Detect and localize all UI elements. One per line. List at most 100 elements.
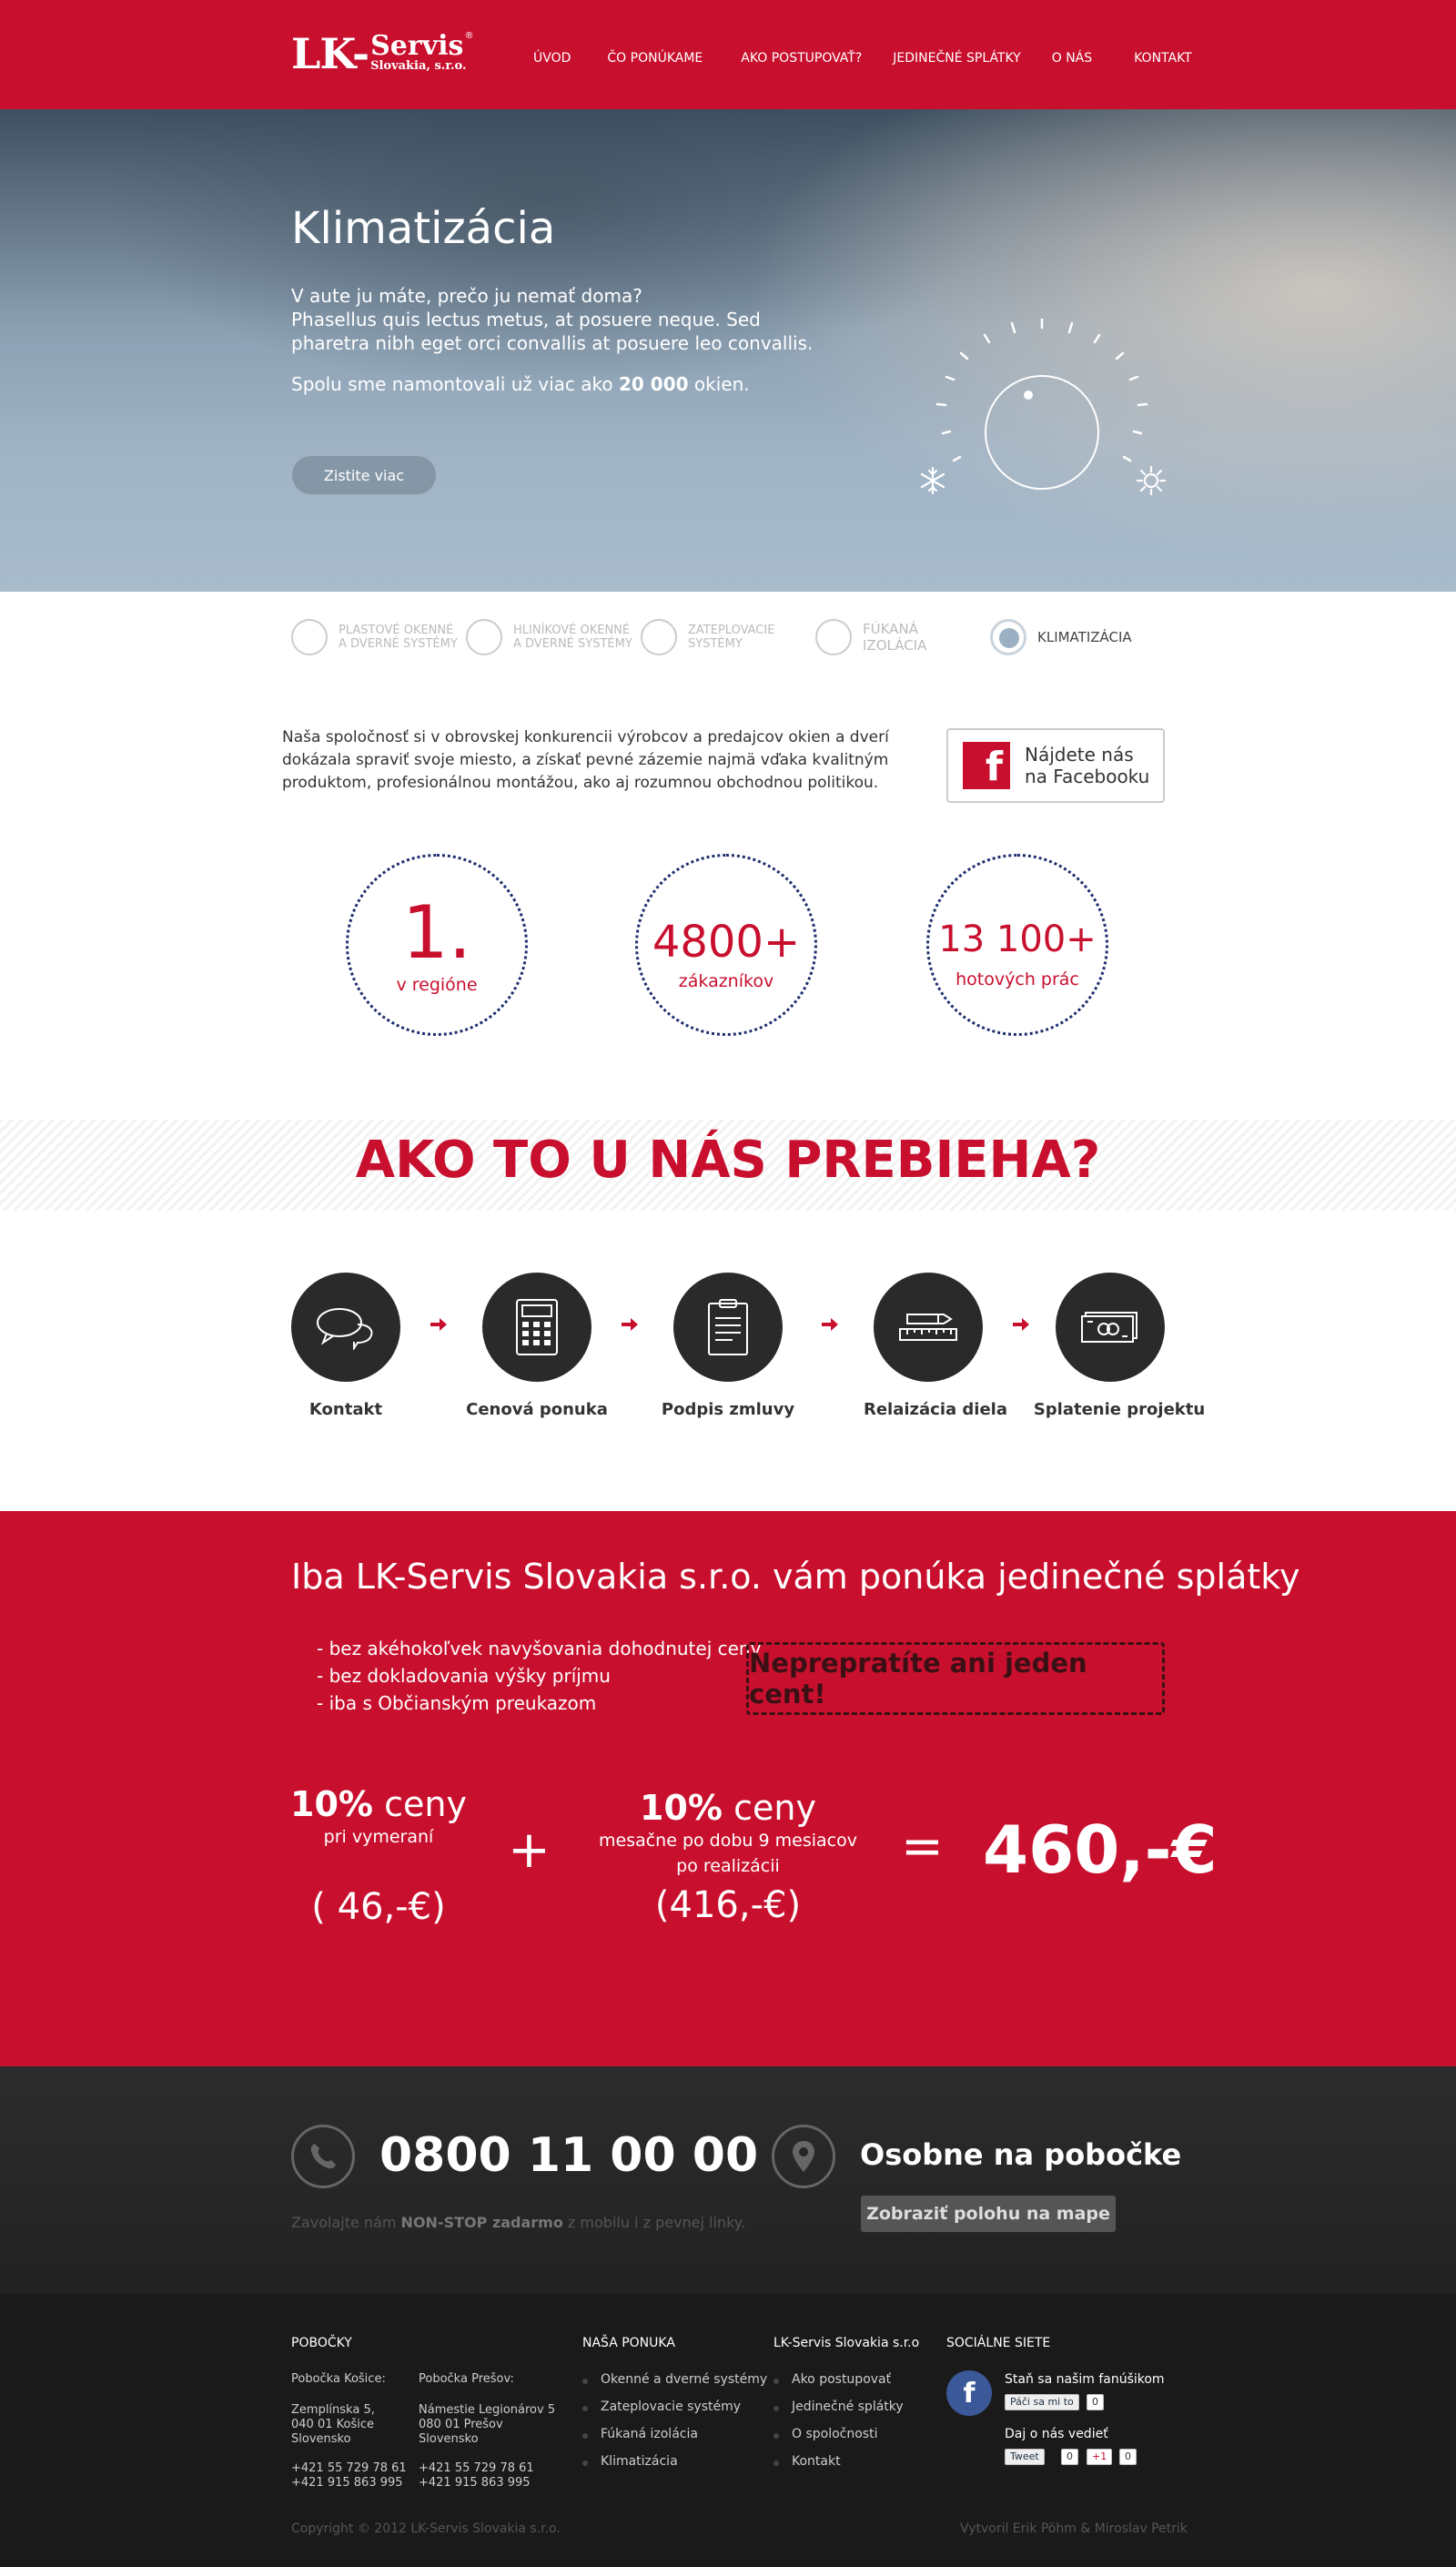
nav-ako-postupovat[interactable]: AKO POSTUPOVAŤ? (741, 51, 862, 66)
arrow-icon (822, 1318, 838, 1331)
nav-o-nas[interactable]: O NÁS (1052, 51, 1092, 66)
step-label: Relaizácia diela (863, 1400, 1007, 1419)
footer-company-title: LK-Servis Slovakia s.r.o (774, 2336, 920, 2350)
tab-label: KLIMATIZÁCIA (1037, 628, 1132, 645)
logo-registered: ® (464, 31, 474, 41)
stat-customers: 4800+ zákazníkov (635, 854, 817, 1036)
footer-link[interactable]: Jedinečné splátky (774, 2400, 904, 2427)
gplus-button[interactable]: +1 (1087, 2449, 1113, 2465)
step-label: Cenová ponuka (466, 1400, 608, 1419)
step-cenova-ponuka (482, 1273, 592, 1382)
footer-link[interactable]: Kontakt (774, 2454, 904, 2481)
footer-link[interactable]: Fúkaná izolácia (582, 2427, 767, 2454)
contact-section: 0800 11 00 00 Zavolajte nám NON-STOP zad… (0, 2066, 1456, 2294)
presov-title: Pobočka Prešov: (419, 2372, 514, 2386)
like-button[interactable]: Páči sa mi to (1005, 2394, 1079, 2410)
tweet-button[interactable]: Tweet (1005, 2449, 1045, 2465)
step-kontakt (291, 1273, 400, 1382)
stat-label: hotových prác (956, 969, 1079, 989)
phone-note: Zavolajte nám NON-STOP zadarmo z mobilu … (291, 2214, 746, 2231)
kosice-phones: +421 55 729 78 61 +421 915 863 995 (291, 2461, 407, 2490)
stat-value: 13 100+ (938, 918, 1097, 960)
step-realizacia (874, 1273, 983, 1382)
calc-first-sub: pri vymeraní (323, 1827, 434, 1847)
nav-kontakt[interactable]: KONTAKT (1134, 51, 1192, 66)
footer-link[interactable]: Klimatizácia (582, 2454, 767, 2481)
nav-uvod[interactable]: ÚVOD (533, 51, 571, 66)
stat-value: 4800+ (652, 917, 801, 968)
tab-hlinikove[interactable]: HLINÍKOVÉ OKENNÉ A DVERNÉ SYSTÉMY (466, 619, 632, 655)
intro-text: Naša spoločnosť si v obrovskej konkurenc… (282, 728, 889, 792)
step-splatenie (1056, 1273, 1165, 1382)
share-text: Daj o nás vedieť (1005, 2427, 1108, 2441)
nav-jedinecne-splatky[interactable]: JEDINEČNÉ SPLÁTKY (893, 51, 1020, 66)
fan-text: Staň sa našim fanúšikom (1005, 2372, 1165, 2387)
gplus-count: 0 (1119, 2449, 1137, 2465)
tab-plastove[interactable]: PLASTOVÉ OKENNÉ A DVERNÉ SYSTÉMY (291, 619, 458, 655)
like-count: 0 (1087, 2394, 1104, 2410)
slider-tabs: PLASTOVÉ OKENNÉ A DVERNÉ SYSTÉMY HLINÍKOV… (291, 619, 1201, 655)
footer-branches-title: POBOČKY (291, 2336, 352, 2350)
facebook-icon[interactable]: f (946, 2370, 992, 2416)
logo[interactable]: LK- Servis Slovakia, s.r.o. ® (291, 30, 473, 75)
main-nav: ÚVOD ČO PONÚKAME AKO POSTUPOVAŤ? JEDINEČ… (533, 51, 1192, 66)
arrow-icon (1013, 1318, 1029, 1331)
footer-link[interactable]: O spoločnosti (774, 2427, 904, 2454)
facebook-icon: f (963, 742, 1010, 789)
branch-title: Osobne na pobočke (860, 2137, 1182, 2172)
show-map-button[interactable]: Zobraziť polohu na mape (861, 2196, 1116, 2232)
stat-value: 1. (401, 890, 472, 975)
arrow-icon (622, 1318, 638, 1331)
phone-icon (291, 2125, 355, 2188)
facebook-box[interactable]: f Nájdete nás na Facebooku (946, 728, 1165, 803)
hero-count-value: 20 000 (619, 373, 689, 395)
footer-offer-title: NAŠA PONUKA (582, 2336, 675, 2350)
step-label: Splatenie projektu (1033, 1400, 1206, 1419)
learn-more-button[interactable]: Zistite viac (291, 455, 437, 495)
step-label: Kontakt (308, 1400, 383, 1419)
stat-jobs: 13 100+ hotových prác (926, 854, 1108, 1036)
tab-indicator (641, 619, 677, 655)
process-title: AKO TO U NÁS PREBIEHA? (355, 1131, 1101, 1190)
calc-second-sub1: mesačne po dobu 9 mesiacov (599, 1831, 857, 1851)
bullet-item: - iba s Občianským preukazom (317, 1692, 597, 1714)
ruler-pencil-icon (899, 1314, 957, 1341)
tab-klimatizacia[interactable]: KLIMATIZÁCIA (990, 619, 1132, 655)
bullet-item: - bez akéhokoľvek navyšovania dohodnutej… (317, 1638, 762, 1659)
installments-title: Iba LK-Servis Slovakia s.r.o. vám ponúka… (291, 1557, 1300, 1597)
footer-offer-list: Okenné a dverné systémy Zateplovacie sys… (582, 2372, 767, 2481)
calc-first-amount: ( 46,-€) (311, 1886, 446, 1928)
tab-label: ZATEPLOVACIE SYSTÉMY (688, 624, 775, 651)
hero-text: V aute ju máte, prečo ju nemať doma? Pha… (291, 284, 837, 355)
tab-label: FÚKANÁ IZOLÁCIA (863, 621, 927, 654)
presov-phones: +421 55 729 78 61 +421 915 863 995 (419, 2461, 534, 2490)
installments-section: Iba LK-Servis Slovakia s.r.o. vám ponúka… (0, 1511, 1456, 2066)
tweet-count: 0 (1061, 2449, 1078, 2465)
arrow-icon (430, 1318, 447, 1331)
phone-number[interactable]: 0800 11 00 00 (379, 2128, 758, 2183)
hero-count-suffix: okien. (693, 373, 750, 395)
step-podpis-zmluvy (673, 1273, 783, 1382)
footer-link[interactable]: Ako postupovať (774, 2372, 904, 2400)
kosice-title: Pobočka Košice: (291, 2372, 386, 2386)
total-price: 460,-€ (983, 1811, 1218, 1888)
tab-fukana[interactable]: FÚKANÁ IZOLÁCIA (815, 619, 926, 655)
calculator-icon (516, 1299, 558, 1355)
hero-text-line2: Phasellus quis lectus metus, at posuere … (291, 309, 814, 354)
calc-first: 10% ceny pri vymeraní ( 46,-€) (288, 1784, 470, 1928)
thermostat-dial-icon (920, 319, 1167, 496)
site-footer: POBOČKY Pobočka Košice: Zemplínska 5, 040… (0, 2294, 1456, 2567)
footer-link[interactable]: Zateplovacie systémy (582, 2400, 767, 2427)
footer-company-list: Ako postupovať Jedinečné splátky O spolo… (774, 2372, 904, 2481)
stat-region: 1. v regióne (346, 854, 528, 1036)
logo-servis: Servis (370, 30, 464, 62)
hero-count: Spolu sme namontovali už viac ako 20 000… (291, 373, 750, 395)
clipboard-icon (708, 1299, 748, 1355)
footer-link[interactable]: Okenné a dverné systémy (582, 2372, 767, 2400)
presov-address: Námestie Legionárov 5 080 01 Prešov Sloven… (419, 2403, 556, 2446)
calc-second: 10% ceny mesačne po dobu 9 mesiacov po r… (592, 1788, 864, 1926)
tab-zateplovacie[interactable]: ZATEPLOVACIE SYSTÉMY (641, 619, 774, 655)
highlight-box: Neprepratíte ani jeden cent! (746, 1642, 1165, 1715)
calc-second-sub2: po realizácii (676, 1856, 780, 1876)
nav-co-ponukame[interactable]: ČO PONÚKAME (607, 51, 703, 66)
